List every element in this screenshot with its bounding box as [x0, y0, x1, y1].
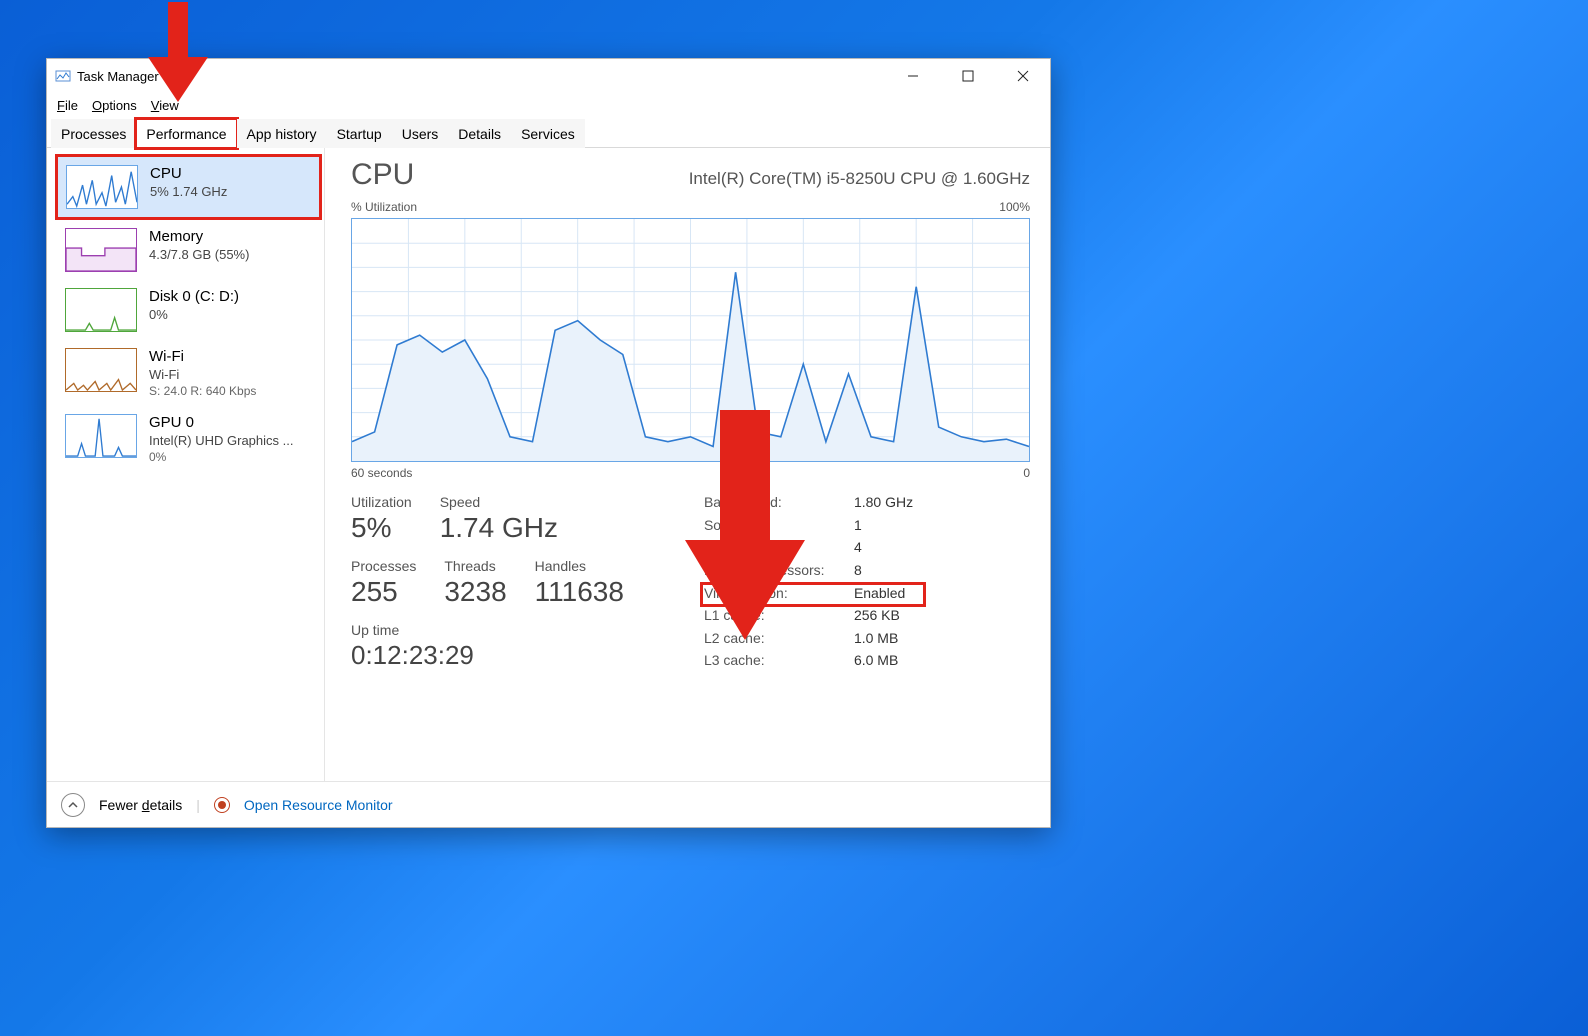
sidebar-item-subtext: 4.3/7.8 GB (55%) [149, 247, 249, 262]
tab-startup[interactable]: Startup [327, 119, 392, 148]
stat-label: Threads [444, 558, 506, 574]
stat-value-threads: 3238 [444, 576, 506, 608]
sidebar-item-subtext: 5% 1.74 GHz [150, 184, 227, 199]
tab-app-history[interactable]: App history [237, 119, 327, 148]
stat-label: Handles [535, 558, 624, 574]
gpu-thumb-icon [65, 414, 137, 458]
stat-label: Utilization [351, 494, 412, 510]
stat-label: Speed [440, 494, 558, 510]
tab-strip: Processes Performance App history Startu… [47, 118, 1050, 148]
detail-value-sockets: 1 [854, 517, 954, 536]
sidebar-item-memory[interactable]: Memory 4.3/7.8 GB (55%) [57, 220, 320, 280]
chart-axis-bottom-left: 60 seconds [351, 466, 412, 480]
collapse-button[interactable] [61, 793, 85, 817]
window-title: Task Manager [77, 69, 159, 84]
sidebar-item-gpu[interactable]: GPU 0 Intel(R) UHD Graphics ... 0% [57, 406, 320, 472]
stat-value-uptime: 0:12:23:29 [351, 640, 624, 671]
tab-users[interactable]: Users [392, 119, 449, 148]
stat-value-processes: 255 [351, 576, 416, 608]
menu-options[interactable]: Options [92, 98, 137, 113]
stat-label: Processes [351, 558, 416, 574]
sidebar-item-label: GPU 0 [149, 414, 293, 431]
detail-value-virtualization: Enabled [854, 585, 954, 604]
stat-value-handles: 111638 [535, 576, 624, 608]
chevron-up-icon [68, 800, 78, 810]
sidebar-item-subtext: 0% [149, 307, 239, 322]
menu-file[interactable]: File [57, 98, 78, 113]
app-icon [55, 68, 71, 84]
tab-details[interactable]: Details [448, 119, 511, 148]
tab-processes[interactable]: Processes [51, 119, 136, 148]
sidebar-item-subtext2: S: 24.0 R: 640 Kbps [149, 384, 256, 398]
sidebar-item-subtext2: 0% [149, 450, 293, 464]
chart-axis-bottom-right: 0 [1023, 466, 1030, 480]
sidebar-item-wifi[interactable]: Wi-Fi Wi-Fi S: 24.0 R: 640 Kbps [57, 340, 320, 406]
page-title: CPU [351, 158, 414, 192]
stat-value-utilization: 5% [351, 512, 412, 544]
sidebar-item-cpu[interactable]: CPU 5% 1.74 GHz [57, 156, 320, 218]
detail-key: L3 cache: [704, 652, 854, 671]
open-resource-monitor-link[interactable]: Open Resource Monitor [244, 797, 393, 813]
sidebar-item-subtext: Intel(R) UHD Graphics ... [149, 433, 293, 448]
uptime-label: Up time [351, 622, 624, 638]
detail-value-l3: 6.0 MB [854, 652, 954, 671]
sidebar-item-label: CPU [150, 165, 227, 182]
separator: | [196, 797, 200, 813]
tab-services[interactable]: Services [511, 119, 585, 148]
memory-thumb-icon [65, 228, 137, 272]
chart-axis-top-left: % Utilization [351, 200, 417, 214]
sidebar-item-label: Disk 0 (C: D:) [149, 288, 239, 305]
stat-value-speed: 1.74 GHz [440, 512, 558, 544]
detail-value-logical: 8 [854, 562, 954, 581]
annotation-arrow-icon [685, 410, 805, 640]
footer: Fewer details | Open Resource Monitor [47, 781, 1050, 827]
minimize-button[interactable] [885, 59, 940, 93]
fewer-details-link[interactable]: Fewer details [99, 797, 182, 813]
tab-performance[interactable]: Performance [136, 119, 236, 148]
detail-value-base-speed: 1.80 GHz [854, 494, 954, 513]
sidebar-item-label: Memory [149, 228, 249, 245]
annotation-arrow-icon [148, 2, 208, 102]
disk-thumb-icon [65, 288, 137, 332]
maximize-button[interactable] [940, 59, 995, 93]
perf-sidebar: CPU 5% 1.74 GHz Memory 4.3/7.8 GB (55%) [47, 148, 325, 781]
detail-value-l1: 256 KB [854, 607, 954, 626]
close-button[interactable] [995, 59, 1050, 93]
sidebar-item-subtext: Wi-Fi [149, 367, 256, 382]
detail-value-cores: 4 [854, 539, 954, 558]
sidebar-item-label: Wi-Fi [149, 348, 256, 365]
resource-monitor-icon [214, 797, 230, 813]
sidebar-item-disk[interactable]: Disk 0 (C: D:) 0% [57, 280, 320, 340]
chart-axis-top-right: 100% [999, 200, 1030, 214]
detail-value-l2: 1.0 MB [854, 630, 954, 649]
task-manager-window: Task Manager File Options View Processes… [46, 58, 1051, 828]
cpu-thumb-icon [66, 165, 138, 209]
cpu-model-label: Intel(R) Core(TM) i5-8250U CPU @ 1.60GHz [689, 169, 1030, 189]
wifi-thumb-icon [65, 348, 137, 392]
